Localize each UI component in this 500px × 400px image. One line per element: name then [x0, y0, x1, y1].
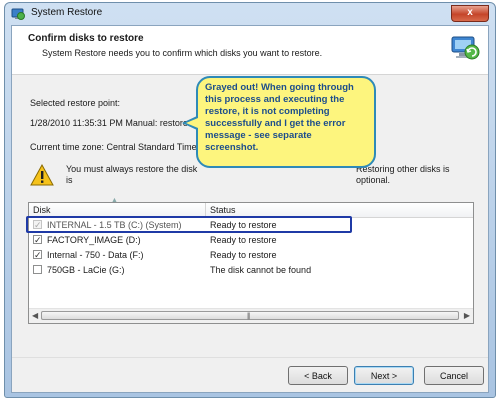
column-divider[interactable] — [205, 203, 206, 217]
button-bar: < Back Next > Cancel — [12, 357, 488, 392]
disk-status: Ready to restore — [210, 250, 277, 260]
next-button[interactable]: Next > — [354, 366, 414, 385]
page-subtitle: System Restore needs you to confirm whic… — [42, 48, 323, 58]
grip-icon: ||| — [247, 313, 251, 320]
disk-name: 750GB - LaCie (G:) — [47, 265, 125, 275]
table-row: ✓ Internal - 750 - Data (F:) Ready to re… — [29, 248, 473, 262]
system-restore-window: System Restore x Confirm disks to restor… — [4, 2, 496, 398]
scroll-left-icon[interactable]: ◀ — [32, 311, 38, 320]
disk-checkbox[interactable]: ✓ — [33, 250, 42, 260]
sort-arrow-icon: ▲ — [111, 197, 118, 204]
annotation-callout: Grayed out! When going through this proc… — [196, 76, 376, 168]
disk-status: The disk cannot be found — [210, 265, 312, 275]
window-title: System Restore — [31, 7, 103, 18]
disk-status: Ready to restore — [210, 235, 277, 245]
table-row: ✓ FACTORY_IMAGE (D:) Ready to restore — [29, 233, 473, 247]
warning-text-optional: Restoring other disks is optional. — [356, 164, 450, 185]
cancel-button[interactable]: Cancel — [424, 366, 484, 385]
disk-checkbox[interactable]: ✓ — [33, 235, 42, 245]
scrollbar-thumb[interactable]: ||| — [41, 311, 459, 320]
system-restore-header-icon — [451, 36, 480, 60]
title-bar[interactable]: System Restore x — [5, 3, 495, 25]
system-restore-icon — [11, 8, 25, 20]
timezone-label: Current time zone: Central Standard Time — [30, 142, 197, 152]
scroll-right-icon[interactable]: ▶ — [464, 311, 470, 320]
warning-text-continued: is — [66, 175, 73, 185]
column-header-disk[interactable]: Disk — [33, 205, 51, 215]
dialog-header: Confirm disks to restore System Restore … — [12, 26, 488, 75]
table-row: 750GB - LaCie (G:) The disk cannot be fo… — [29, 263, 473, 277]
annotation-highlight-box — [26, 216, 352, 233]
disk-name: Internal - 750 - Data (F:) — [47, 250, 144, 260]
back-button[interactable]: < Back — [288, 366, 348, 385]
callout-pointer-fill — [186, 118, 198, 128]
column-header-status[interactable]: Status — [210, 205, 236, 215]
restore-point-value: 1/28/2010 11:35:31 PM Manual: restore — [30, 118, 188, 128]
warning-icon — [30, 164, 54, 186]
horizontal-scrollbar[interactable]: ◀ ||| ▶ — [29, 308, 473, 323]
page-title: Confirm disks to restore — [28, 33, 144, 44]
disk-name: FACTORY_IMAGE (D:) — [47, 235, 141, 245]
disk-checkbox[interactable] — [33, 265, 42, 274]
restore-point-label: Selected restore point: — [30, 98, 121, 108]
close-button[interactable]: x — [451, 5, 489, 22]
